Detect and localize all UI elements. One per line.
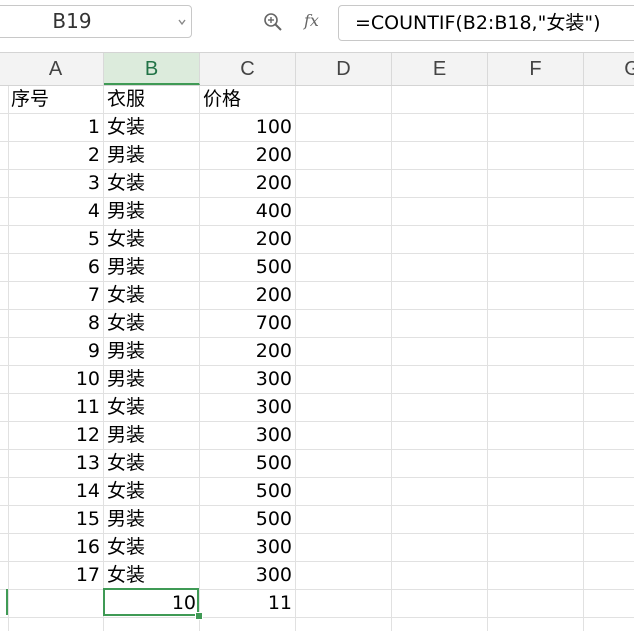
cell-b11[interactable]: 男装 [107, 366, 197, 393]
cell-b2[interactable]: 女装 [107, 114, 197, 141]
cell-c3[interactable]: 200 [199, 142, 292, 169]
fill-handle[interactable] [195, 612, 203, 620]
cell-c12[interactable]: 300 [199, 394, 292, 421]
cell-b17[interactable]: 女装 [107, 534, 197, 561]
gridline [487, 86, 488, 631]
cell-a17[interactable]: 16 [8, 534, 100, 561]
column-header-d[interactable]: D [296, 53, 392, 85]
gridline [391, 86, 392, 631]
column-header-a[interactable]: A [8, 53, 104, 85]
zoom-formula-icon[interactable] [262, 11, 284, 33]
cell-a11[interactable]: 10 [8, 366, 100, 393]
cell-a10[interactable]: 9 [8, 338, 100, 365]
cell-b8[interactable]: 女装 [107, 282, 197, 309]
cell-c16[interactable]: 500 [199, 506, 292, 533]
cell-a2[interactable]: 1 [8, 114, 100, 141]
column-header-b[interactable]: B [104, 53, 200, 85]
name-box-value[interactable]: B19 [0, 6, 147, 37]
cell-c8[interactable]: 200 [199, 282, 292, 309]
cell-c14[interactable]: 500 [199, 450, 292, 477]
gridline [0, 617, 634, 618]
cell-a18[interactable]: 17 [8, 562, 100, 589]
formula-input[interactable]: =COUNTIF(B2:B18,"女装") [338, 5, 634, 41]
formula-toolbar: B19 fx =COUNTIF(B2:B18,"女装") [0, 0, 634, 53]
cell-a5[interactable]: 4 [8, 198, 100, 225]
cell-a15[interactable]: 14 [8, 478, 100, 505]
cell-b9[interactable]: 女装 [107, 310, 197, 337]
fx-icon[interactable]: fx [304, 9, 326, 33]
column-header-e[interactable]: E [392, 53, 488, 85]
cell-c4[interactable]: 200 [199, 170, 292, 197]
active-cell-selection[interactable] [103, 588, 199, 616]
cell-b18[interactable]: 女装 [107, 562, 197, 589]
column-header-g[interactable]: G [584, 53, 634, 85]
formula-text[interactable]: =COUNTIF(B2:B18,"女装") [355, 6, 600, 40]
chevron-down-icon[interactable] [177, 16, 187, 28]
cell-b16[interactable]: 男装 [107, 506, 197, 533]
gridline [0, 589, 634, 590]
cell-b10[interactable]: 男装 [107, 338, 197, 365]
cell-a14[interactable]: 13 [8, 450, 100, 477]
gridline [103, 86, 104, 631]
cell-a6[interactable]: 5 [8, 226, 100, 253]
cell-c2[interactable]: 100 [199, 114, 292, 141]
cell-a4[interactable]: 3 [8, 170, 100, 197]
cell-c18[interactable]: 300 [199, 562, 292, 589]
cell-c7[interactable]: 500 [199, 254, 292, 281]
gridline [295, 86, 296, 631]
name-box[interactable]: B19 [0, 5, 192, 38]
column-header-bar: A B C D E F G [0, 53, 634, 86]
cell-a1[interactable]: 序号 [11, 86, 101, 113]
cell-b13[interactable]: 男装 [107, 422, 197, 449]
cell-c11[interactable]: 300 [199, 366, 292, 393]
column-header-f[interactable]: F [488, 53, 584, 85]
cell-c9[interactable]: 700 [199, 310, 292, 337]
cell-b6[interactable]: 女装 [107, 226, 197, 253]
cell-b12[interactable]: 女装 [107, 394, 197, 421]
cell-a8[interactable]: 7 [8, 282, 100, 309]
cell-c5[interactable]: 400 [199, 198, 292, 225]
cell-c17[interactable]: 300 [199, 534, 292, 561]
active-row-marker [6, 589, 8, 615]
cell-a16[interactable]: 15 [8, 506, 100, 533]
cell-a3[interactable]: 2 [8, 142, 100, 169]
cell-b14[interactable]: 女装 [107, 450, 197, 477]
cell-b5[interactable]: 男装 [107, 198, 197, 225]
cell-c6[interactable]: 200 [199, 226, 292, 253]
cell-b4[interactable]: 女装 [107, 170, 197, 197]
cell-a12[interactable]: 11 [8, 394, 100, 421]
gridline [583, 86, 584, 631]
cell-a7[interactable]: 6 [8, 254, 100, 281]
cell-c19[interactable]: 11 [199, 590, 292, 617]
column-header-c[interactable]: C [200, 53, 296, 85]
cell-b7[interactable]: 男装 [107, 254, 197, 281]
cell-b3[interactable]: 男装 [107, 142, 197, 169]
cell-a9[interactable]: 8 [8, 310, 100, 337]
cell-c1[interactable]: 价格 [203, 86, 293, 113]
cell-b1[interactable]: 衣服 [107, 86, 197, 113]
cell-c10[interactable]: 200 [199, 338, 292, 365]
cell-b15[interactable]: 女装 [107, 478, 197, 505]
cell-c15[interactable]: 500 [199, 478, 292, 505]
cell-a13[interactable]: 12 [8, 422, 100, 449]
cell-c13[interactable]: 300 [199, 422, 292, 449]
spreadsheet-grid[interactable]: 序号 衣服 价格 1 女装 100 2 男装 200 3 女装 200 4 男装… [0, 86, 634, 631]
